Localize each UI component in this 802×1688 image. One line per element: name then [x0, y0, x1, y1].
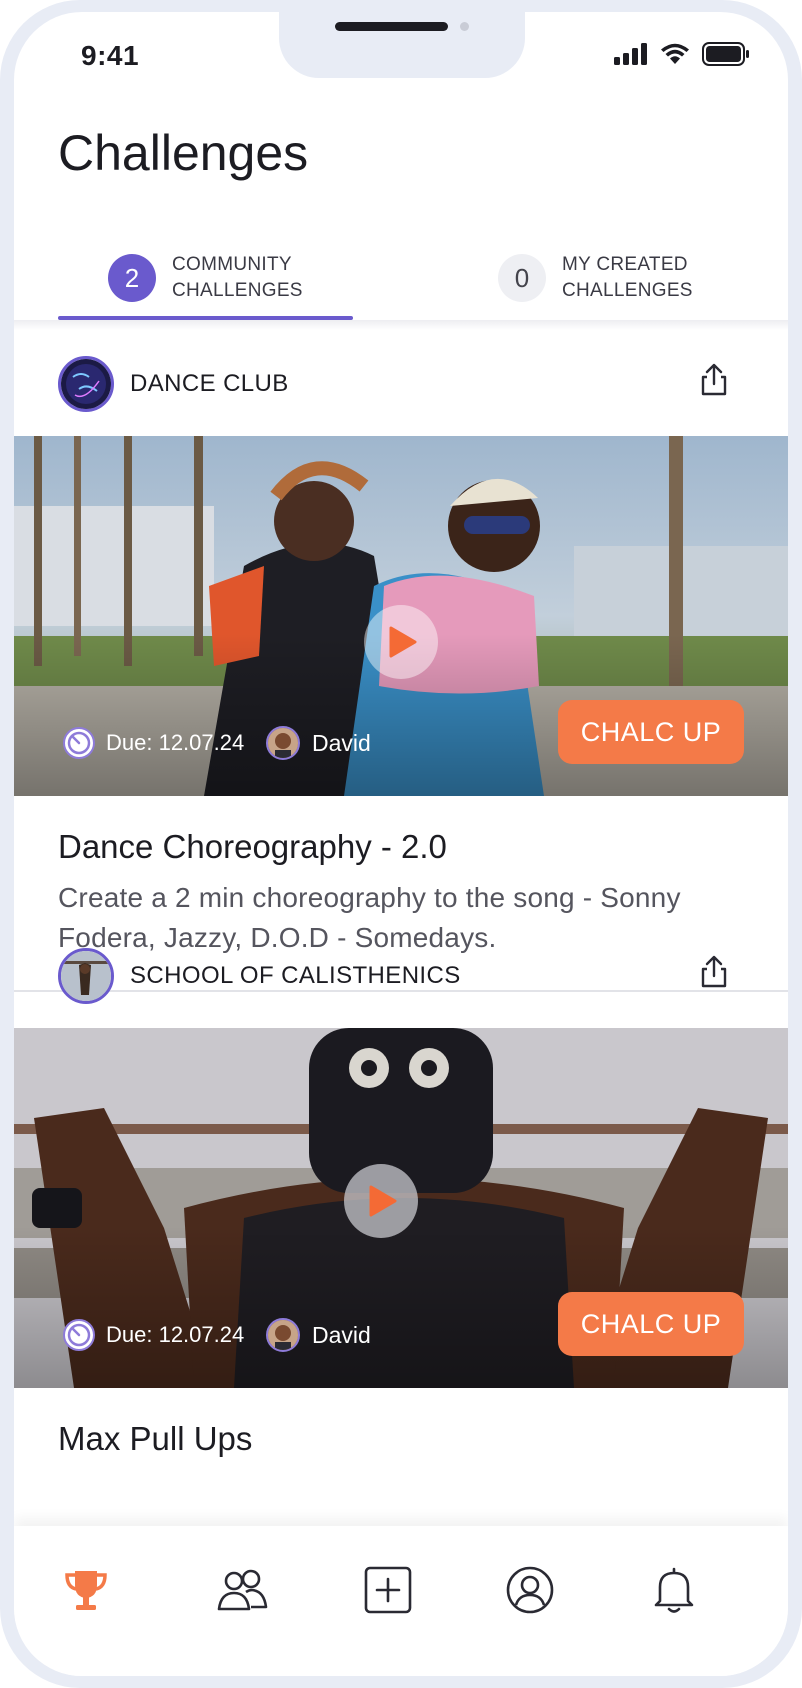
chalc-up-button[interactable]: CHALC UP [558, 1292, 744, 1356]
tab-label: MY CREATED CHALLENGES [562, 252, 693, 304]
challenge-video-thumbnail[interactable]: Due: 12.07.24 David CHALC UP [14, 436, 788, 796]
share-icon [701, 363, 727, 396]
notch [279, 12, 525, 78]
app-screen: 9:41 Challenges 2 COMMUNITY CHALLENGES 0… [14, 12, 788, 1676]
play-button[interactable] [364, 605, 438, 679]
challenge-tabs: 2 COMMUNITY CHALLENGES 0 MY CREATED CHAL… [14, 240, 788, 320]
tab-community-challenges[interactable]: 2 COMMUNITY CHALLENGES [108, 240, 303, 320]
club-avatar[interactable] [58, 948, 114, 1004]
challenge-video-thumbnail[interactable]: Due: 12.07.24 David CHALC UP [14, 1028, 788, 1388]
challenge-author[interactable]: David [266, 726, 371, 760]
trophy-icon [65, 1571, 107, 1610]
author-name: David [312, 729, 371, 756]
tab-label-line: COMMUNITY [172, 254, 292, 275]
challenge-title: Dance Choreography - 2.0 [58, 828, 447, 865]
chalc-up-button[interactable]: CHALC UP [558, 700, 744, 764]
signal-icon [614, 43, 647, 65]
wifi-icon [661, 43, 689, 64]
tab-label-line: CHALLENGES [562, 280, 693, 301]
add-icon [364, 1566, 412, 1614]
play-button[interactable] [344, 1164, 418, 1238]
profile-icon [506, 1566, 554, 1614]
share-button[interactable] [696, 954, 732, 990]
nav-create[interactable] [360, 1562, 416, 1618]
due-date: Due: 12.07.24 [62, 726, 244, 760]
tabs-shadow [14, 320, 788, 330]
timer-icon [63, 1319, 95, 1351]
tab-label-line: CHALLENGES [172, 280, 303, 301]
play-icon [389, 626, 417, 658]
share-icon [701, 955, 727, 988]
club-avatar[interactable] [58, 356, 114, 412]
athlete-photo-icon [61, 951, 111, 1001]
challenge-description: Create a 2 min choreography to the song … [58, 882, 681, 953]
share-button[interactable] [696, 362, 732, 398]
tab-my-created-challenges[interactable]: 0 MY CREATED CHALLENGES [498, 240, 693, 320]
neon-logo-icon [61, 359, 111, 409]
due-date: Due: 12.07.24 [62, 1318, 244, 1352]
tab-count-badge: 0 [498, 254, 546, 302]
nav-notifications[interactable] [646, 1562, 702, 1618]
challenge-title: Max Pull Ups [58, 1420, 253, 1457]
nav-profile[interactable] [502, 1562, 558, 1618]
status-icons [614, 42, 750, 66]
bottom-navigation [14, 1526, 788, 1676]
nav-challenges[interactable] [58, 1562, 114, 1618]
bell-icon [654, 1567, 694, 1613]
play-icon [369, 1185, 397, 1217]
author-avatar [266, 726, 300, 760]
community-icon [217, 1569, 268, 1611]
timer-icon [63, 727, 95, 759]
tab-label: COMMUNITY CHALLENGES [172, 252, 303, 304]
club-header: DANCE CLUB [14, 330, 788, 436]
challenge-author[interactable]: David [266, 1318, 371, 1352]
camera-dot [460, 22, 469, 31]
page-title: Challenges [58, 125, 309, 181]
due-date-text: Due: 12.07.24 [106, 730, 245, 755]
club-name: DANCE CLUB [130, 370, 289, 397]
club-name: SCHOOL OF CALISTHENICS [130, 962, 461, 989]
tab-label-line: MY CREATED [562, 254, 688, 275]
speaker [335, 22, 448, 31]
battery-icon [702, 42, 749, 66]
status-time: 9:41 [81, 40, 140, 71]
author-avatar [266, 1318, 300, 1352]
phone-frame: 9:41 Challenges 2 COMMUNITY CHALLENGES 0… [0, 0, 802, 1688]
due-date-text: Due: 12.07.24 [106, 1322, 245, 1347]
author-name: David [312, 1321, 371, 1348]
nav-community[interactable] [214, 1562, 270, 1618]
tab-count-badge: 2 [108, 254, 156, 302]
card-divider [14, 990, 788, 992]
